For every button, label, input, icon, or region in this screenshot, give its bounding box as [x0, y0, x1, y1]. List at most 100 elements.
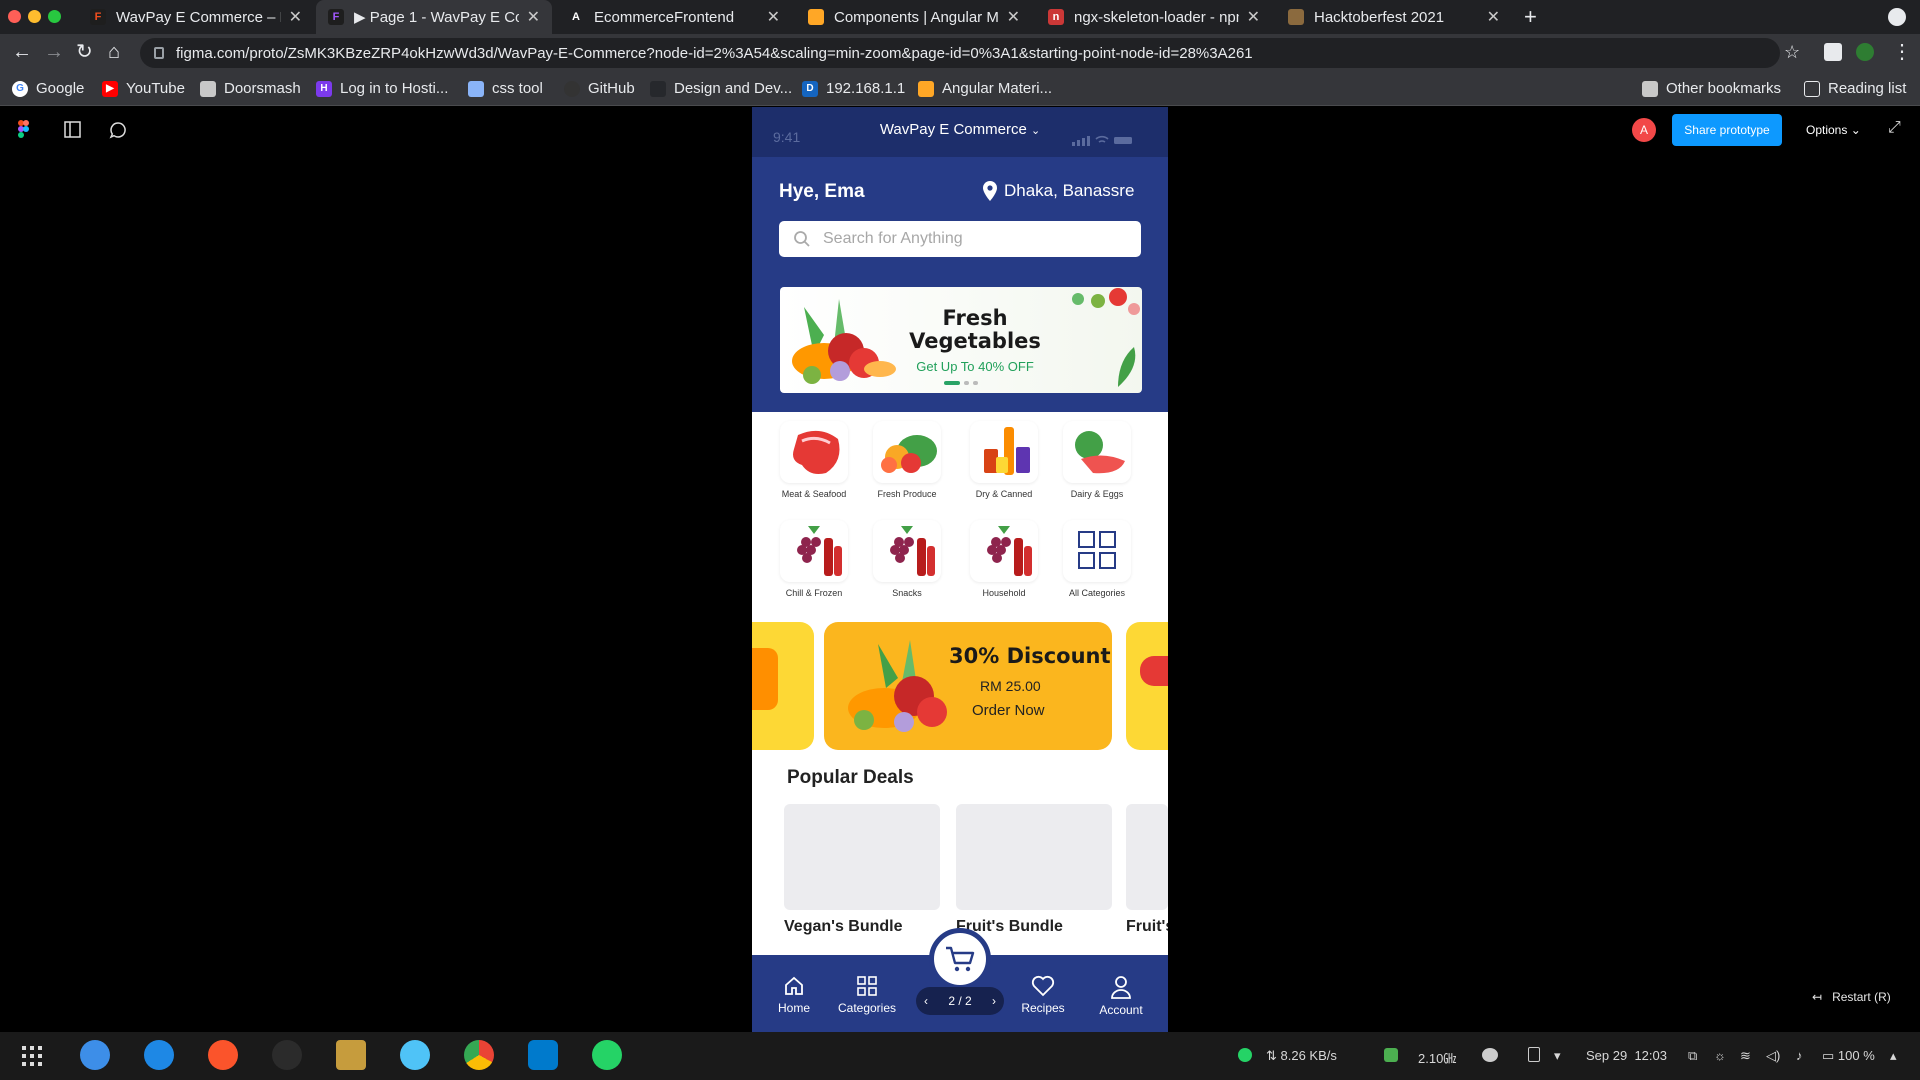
category-dry-canned[interactable]: Dry & Canned — [966, 421, 1042, 499]
router-icon: D — [802, 80, 818, 97]
category-household[interactable]: Household — [966, 520, 1042, 598]
angular-icon: A — [572, 11, 580, 23]
chevron-right-icon[interactable]: › — [992, 994, 996, 1008]
finder-icon[interactable] — [80, 1040, 110, 1070]
date-time[interactable]: Sep 29 12:03 — [1586, 1048, 1667, 1063]
profile-avatar[interactable] — [1856, 43, 1874, 61]
bookmark-item[interactable]: Design and Dev... — [650, 80, 792, 97]
carousel-dot[interactable] — [944, 381, 960, 385]
search-input[interactable]: Search for Anything — [779, 221, 1141, 257]
home-icon[interactable]: ⌂ — [108, 42, 120, 62]
order-now-link[interactable]: Order Now — [972, 702, 1045, 719]
category-all[interactable]: All Categories — [1059, 520, 1135, 598]
restart-arrow-icon: ↤ — [1812, 990, 1823, 1004]
bookmark-item[interactable]: css tool — [468, 80, 543, 97]
browser-tab[interactable]: n ngx-skeleton-loader - npm ✕ — [1036, 0, 1272, 34]
browser-tab[interactable]: Hacktoberfest 2021 ✕ — [1276, 0, 1512, 34]
options-menu[interactable]: Options ⌄ — [1806, 123, 1861, 137]
promo-card-next[interactable] — [1126, 622, 1168, 750]
nav-categories[interactable]: Categories — [827, 975, 907, 1015]
volume-icon[interactable]: ◁) — [1766, 1048, 1780, 1064]
close-icon[interactable]: ✕ — [1007, 7, 1020, 27]
category-fresh-produce[interactable]: Fresh Produce — [869, 421, 945, 499]
wifi-icon[interactable]: ≋ — [1740, 1048, 1751, 1064]
comment-icon[interactable] — [109, 121, 127, 139]
promo-card[interactable]: 30% Discount RM 25.00 Order Now — [824, 622, 1112, 750]
nav-home[interactable]: Home — [754, 975, 834, 1015]
browser-tab[interactable]: Components | Angular Ma ✕ — [796, 0, 1032, 34]
terminal-icon[interactable] — [272, 1040, 302, 1070]
reading-list[interactable]: Reading list — [1804, 80, 1906, 97]
whatsapp-tray-icon[interactable] — [1238, 1048, 1252, 1062]
fullscreen-icon[interactable]: ⤢ — [1888, 119, 1901, 137]
whatsapp-icon[interactable] — [592, 1040, 622, 1070]
category-meat-seafood[interactable]: Meat & Seafood — [776, 421, 852, 499]
chevron-down-icon[interactable]: ▾ — [1554, 1048, 1561, 1064]
close-icon[interactable]: ✕ — [1247, 7, 1260, 27]
figma-logo-icon[interactable] — [18, 120, 29, 138]
battery-status[interactable]: ▭ 100 % — [1822, 1048, 1875, 1064]
category-dairy-eggs[interactable]: Dairy & Eggs — [1059, 421, 1135, 499]
app-launcher-icon[interactable] — [22, 1046, 42, 1066]
bookmark-item[interactable]: Angular Materi... — [918, 80, 1052, 97]
new-tab-button[interactable]: + — [1524, 4, 1537, 30]
nav-account[interactable]: Account — [1081, 975, 1161, 1017]
deal-card[interactable]: Vegan's Bundle — [784, 804, 940, 936]
browser-tab-active[interactable]: F ▶ Page 1 - WavPay E Com ✕ — [316, 0, 552, 34]
nav-recipes[interactable]: Recipes — [1003, 975, 1083, 1015]
browser-tab[interactable]: F WavPay E Commerce – Fi ✕ — [78, 0, 314, 34]
promo-card-prev[interactable] — [752, 622, 814, 750]
bookmark-item[interactable]: ▶ YouTube — [102, 80, 185, 97]
other-bookmarks[interactable]: Other bookmarks — [1642, 80, 1781, 97]
sidebar-toggle-icon[interactable] — [64, 121, 81, 138]
tab-search-icon[interactable] — [1888, 8, 1906, 26]
back-arrow-icon[interactable]: ← — [12, 42, 32, 62]
forward-arrow-icon[interactable]: → — [44, 42, 64, 62]
grapes-wine-icon — [970, 520, 1038, 582]
category-snacks[interactable]: Snacks — [869, 520, 945, 598]
minimize-window-button[interactable] — [28, 10, 41, 23]
bookmark-item[interactable]: Doorsmash — [200, 80, 301, 97]
clipboard-icon[interactable] — [1528, 1047, 1540, 1062]
bookmark-star-icon[interactable]: ☆ — [1784, 42, 1800, 62]
vscode-icon[interactable] — [528, 1040, 558, 1070]
carousel-dot[interactable] — [973, 381, 978, 385]
close-icon[interactable]: ✕ — [1487, 7, 1500, 27]
location-selector[interactable]: Dhaka, Banassre — [982, 181, 1134, 201]
cloud-icon[interactable] — [1482, 1048, 1498, 1062]
reload-icon[interactable]: ↻ — [76, 42, 93, 62]
shield-icon[interactable] — [1384, 1048, 1398, 1062]
browser-tab[interactable]: A EcommerceFrontend ✕ — [556, 0, 792, 34]
microphone-icon[interactable]: ♪ — [1796, 1048, 1803, 1063]
bookmark-item[interactable]: GitHub — [564, 80, 635, 97]
csgo-icon[interactable] — [336, 1040, 366, 1070]
close-icon[interactable]: ✕ — [289, 7, 302, 27]
share-prototype-button[interactable]: Share prototype — [1672, 114, 1782, 146]
avatar[interactable]: A — [1632, 118, 1656, 142]
bookmark-item[interactable]: D 192.168.1.1 — [802, 80, 905, 97]
window-icon[interactable]: ⧉ — [1688, 1048, 1697, 1064]
promo-banner[interactable]: Fresh Vegetables Get Up To 40% OFF — [780, 287, 1142, 393]
app-store-icon[interactable] — [144, 1040, 174, 1070]
deal-card[interactable]: Fruit's — [1126, 804, 1168, 936]
close-icon[interactable]: ✕ — [767, 7, 780, 27]
bookmark-item[interactable]: H Log in to Hosti... — [316, 80, 448, 97]
cart-button[interactable] — [929, 928, 991, 990]
carousel-dot[interactable] — [964, 381, 969, 385]
deal-card[interactable]: Fruit's Bundle — [956, 804, 1112, 936]
restart-button[interactable]: ↤ Restart (R) — [1812, 990, 1891, 1004]
chevron-left-icon[interactable]: ‹ — [924, 994, 928, 1008]
maximize-window-button[interactable] — [48, 10, 61, 23]
category-chill-frozen[interactable]: Chill & Frozen — [776, 520, 852, 598]
brightness-icon[interactable]: ☼ — [1714, 1048, 1726, 1063]
brave-icon[interactable] — [208, 1040, 238, 1070]
close-window-button[interactable] — [8, 10, 21, 23]
close-icon[interactable]: ✕ — [527, 7, 540, 27]
chevron-up-icon[interactable]: ▴ — [1890, 1048, 1897, 1064]
vpn-icon[interactable] — [400, 1040, 430, 1070]
extensions-icon[interactable] — [1824, 43, 1842, 61]
chrome-icon[interactable] — [464, 1040, 494, 1070]
address-bar[interactable]: figma.com/proto/ZsMK3KBzeZRP4okHzwWd3d/W… — [140, 38, 1780, 68]
bookmark-item[interactable]: G Google — [12, 80, 84, 97]
menu-dots-icon[interactable]: ⋮ — [1892, 42, 1912, 62]
